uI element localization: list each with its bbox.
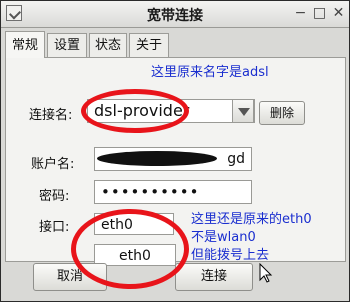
maximize-icon[interactable]: □: [310, 4, 329, 23]
password-field[interactable]: ••••••••••: [94, 180, 252, 204]
connection-dropdown-icon[interactable]: [232, 99, 254, 123]
annotation-note-2-line1: 这里还是原来的eth0: [191, 212, 312, 227]
broadband-connection-dialog: 宽带连接 − □ ✕ 常规 设置 状态 关于 连接名: dsl-provider…: [0, 0, 350, 302]
annotation-note-1: 这里原来名字是adsl: [151, 65, 269, 80]
title-bar: 宽带连接 − □ ✕: [1, 1, 349, 28]
minimize-icon[interactable]: −: [291, 4, 310, 23]
interface-label: 接口:: [39, 220, 70, 235]
annotation-note-2-line2: 不是wlan0: [191, 230, 256, 245]
account-value: gd: [227, 151, 245, 167]
tab-settings[interactable]: 设置: [47, 33, 87, 57]
tab-status[interactable]: 状态: [89, 33, 127, 57]
connection-name-label: 连接名:: [29, 108, 73, 123]
tab-general[interactable]: 常规: [5, 31, 45, 58]
password-label: 密码:: [39, 189, 70, 204]
red-circle-connection-name: [81, 89, 189, 133]
close-icon[interactable]: ✕: [329, 4, 348, 23]
delete-button[interactable]: 删除: [259, 101, 305, 125]
redaction-scribble: [97, 151, 217, 166]
connect-button[interactable]: 连接: [175, 263, 253, 291]
account-label: 账户名:: [31, 157, 75, 172]
mouse-cursor-icon: [259, 263, 273, 283]
tab-about[interactable]: 关于: [129, 33, 169, 57]
annotation-note-2-line3: 但能拨号上去: [191, 248, 270, 263]
red-circle-interface: [71, 209, 189, 289]
